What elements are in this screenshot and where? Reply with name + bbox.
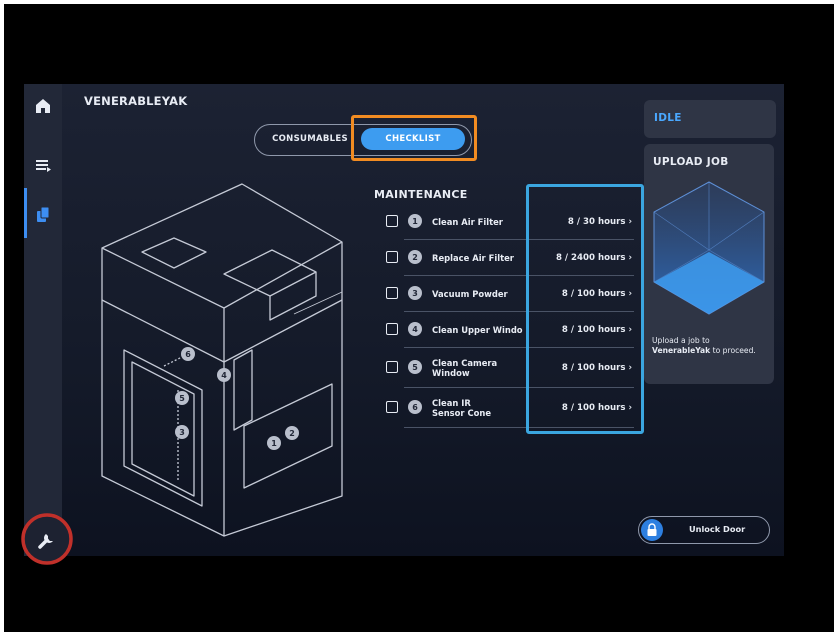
item-label: Replace Air Filter bbox=[432, 253, 514, 263]
status-label: IDLE bbox=[654, 112, 682, 124]
item-number: 6 bbox=[408, 400, 422, 414]
item-label: Vacuum Powder bbox=[432, 289, 508, 299]
checkbox[interactable] bbox=[386, 401, 398, 413]
checkbox[interactable] bbox=[386, 361, 398, 373]
upload-job-panel[interactable]: UPLOAD JOB Upload a job to VenerableYak … bbox=[644, 144, 774, 384]
nav-active-indicator bbox=[24, 188, 27, 238]
lock-badge bbox=[641, 519, 663, 541]
diagram-label-6: 6 bbox=[185, 350, 191, 359]
diagram-label-5: 5 bbox=[179, 394, 185, 403]
upload-title: UPLOAD JOB bbox=[653, 156, 729, 168]
diagram-label-2: 2 bbox=[289, 429, 295, 438]
item-number: 3 bbox=[408, 286, 422, 300]
item-label: Clean IR Sensor Cone bbox=[432, 398, 492, 418]
item-label: Clean Camera Window bbox=[432, 358, 498, 378]
upload-printer-name: VenerableYak bbox=[652, 346, 711, 355]
item-number: 2 bbox=[408, 250, 422, 264]
nav-rail bbox=[24, 84, 62, 556]
tab-consumables[interactable]: CONSUMABLES bbox=[263, 128, 357, 150]
highlight-box-orange bbox=[351, 115, 477, 161]
unlock-door-button[interactable]: Unlock Door bbox=[638, 516, 770, 544]
photo-frame: VENERABLEYAK CONSUMABLES CHECKLIST 1 2 3… bbox=[4, 4, 834, 632]
upload-instructions: Upload a job to VenerableYak to proceed. bbox=[652, 336, 770, 356]
maintenance-title: MAINTENANCE bbox=[374, 188, 468, 201]
item-label: Clean Upper Windo bbox=[432, 325, 523, 335]
diagram-label-4: 4 bbox=[221, 371, 227, 380]
checkbox[interactable] bbox=[386, 215, 398, 227]
checkbox[interactable] bbox=[386, 287, 398, 299]
wrench-icon[interactable] bbox=[15, 512, 79, 566]
checkbox[interactable] bbox=[386, 323, 398, 335]
printer-diagram: 1 2 3 4 5 6 bbox=[101, 183, 343, 537]
item-number: 1 bbox=[408, 214, 422, 228]
home-icon[interactable] bbox=[33, 96, 53, 116]
upload-text-after: to proceed. bbox=[712, 346, 756, 355]
cube-icon bbox=[653, 181, 765, 315]
unlock-door-label: Unlock Door bbox=[689, 524, 746, 534]
printer-screen: VENERABLEYAK CONSUMABLES CHECKLIST 1 2 3… bbox=[24, 84, 784, 556]
diagram-label-1: 1 bbox=[271, 439, 277, 448]
item-number: 5 bbox=[408, 360, 422, 374]
materials-icon[interactable] bbox=[33, 204, 53, 224]
highlight-box-blue bbox=[526, 184, 644, 434]
queue-icon[interactable] bbox=[33, 156, 53, 176]
upload-text-before: Upload a job to bbox=[652, 336, 710, 345]
diagram-label-3: 3 bbox=[179, 428, 185, 437]
item-label: Clean Air Filter bbox=[432, 217, 503, 227]
device-name: VENERABLEYAK bbox=[84, 94, 188, 108]
checkbox[interactable] bbox=[386, 251, 398, 263]
item-number: 4 bbox=[408, 322, 422, 336]
lock-icon bbox=[647, 523, 657, 536]
status-panel: IDLE bbox=[644, 100, 776, 138]
